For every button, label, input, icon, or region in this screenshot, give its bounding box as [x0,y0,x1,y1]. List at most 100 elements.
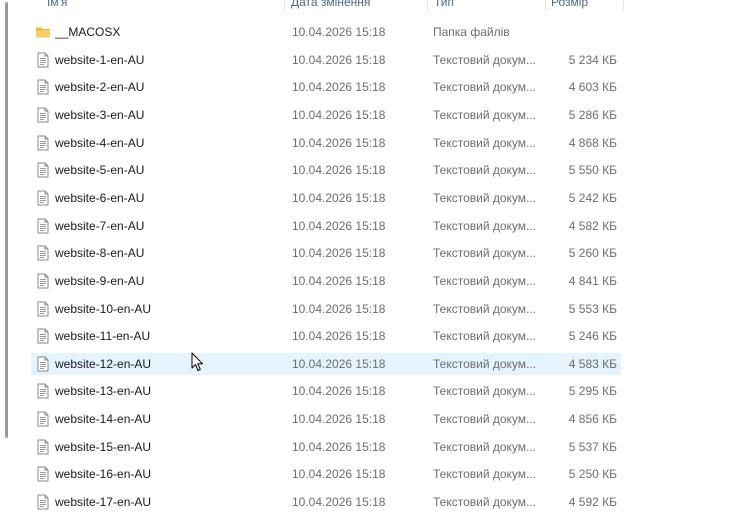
file-row[interactable]: website-16-en-AU 10.04.2026 15:18 Текстови… [31,463,621,485]
file-date: 10.04.2026 15:18 [292,163,386,177]
text-file-icon [37,162,49,178]
file-date: 10.04.2026 15:18 [292,467,386,481]
file-row[interactable]: website-6-en-AU 10.04.2026 15:18 Текстовий… [31,187,621,209]
file-name: website-16-en-AU [55,467,152,481]
column-divider[interactable] [545,0,546,11]
file-size: 5 537 КБ [568,440,617,454]
file-row[interactable]: website-8-en-AU 10.04.2026 15:18 Текстовий… [31,242,621,264]
file-type: Текстовий докум... [433,246,537,260]
file-name: website-4-en-AU [55,136,145,150]
file-size [531,21,617,43]
file-row[interactable]: website-2-en-AU 10.04.2026 15:18 Текстовий… [31,76,621,98]
text-file-icon [37,218,49,234]
file-type: Текстовий докум... [433,219,537,233]
file-row[interactable]: website-10-en-AU 10.04.2026 15:18 Текстови… [31,298,621,320]
column-header-bar: Ім'я Дата змінення Тип Розмір [0,0,734,11]
file-type: Текстовий докум... [433,384,537,398]
column-header-date[interactable]: Дата змінення [291,0,370,11]
column-header-name[interactable]: Ім'я [47,0,67,11]
file-row[interactable]: __MACOSX 10.04.2026 15:18 Папка файлів [31,21,621,43]
file-date: 10.04.2026 15:18 [292,495,386,509]
file-row[interactable]: website-3-en-AU 10.04.2026 15:18 Текстовий… [31,104,621,126]
file-type: Текстовий докум... [433,357,537,371]
file-name: __MACOSX [55,25,121,39]
text-file-icon [37,190,49,206]
file-row[interactable]: website-7-en-AU 10.04.2026 15:18 Текстовий… [31,215,621,237]
file-row[interactable]: website-5-en-AU 10.04.2026 15:18 Текстовий… [31,159,621,181]
text-file-icon [37,494,49,510]
file-row[interactable]: website-17-en-AU 10.04.2026 15:18 Текстови… [31,491,621,513]
file-type: Текстовий докум... [433,329,537,343]
navigation-pane-scrollbar[interactable] [5,2,8,438]
file-name: website-10-en-AU [55,302,152,316]
file-size: 5 242 КБ [568,191,617,205]
file-name: website-2-en-AU [55,80,145,94]
file-size: 5 553 КБ [568,302,617,316]
text-file-icon [37,466,49,482]
mouse-cursor-icon [191,352,203,371]
file-date: 10.04.2026 15:18 [292,384,386,398]
file-size: 4 868 КБ [568,136,617,150]
file-date: 10.04.2026 15:18 [292,136,386,150]
file-type: Текстовий докум... [433,274,537,288]
file-size: 5 260 КБ [568,246,617,260]
file-size: 4 856 КБ [568,412,617,426]
text-file-icon [37,328,49,344]
text-file-icon [37,107,49,123]
file-row[interactable]: website-12-en-AU 10.04.2026 15:18 Текстови… [31,353,621,375]
file-row[interactable]: website-14-en-AU 10.04.2026 15:18 Текстови… [31,408,621,430]
file-date: 10.04.2026 15:18 [292,302,386,316]
file-name: website-13-en-AU [55,384,152,398]
file-row[interactable]: website-9-en-AU 10.04.2026 15:18 Текстовий… [31,270,621,292]
file-row[interactable]: website-4-en-AU 10.04.2026 15:18 Текстовий… [31,132,621,154]
text-file-icon [37,439,49,455]
text-file-icon [37,383,49,399]
file-row[interactable]: website-13-en-AU 10.04.2026 15:18 Текстови… [31,380,621,402]
file-type: Текстовий докум... [433,191,537,205]
text-file-icon [37,356,49,372]
column-header-type[interactable]: Тип [434,0,454,11]
file-type: Папка файлів [433,25,510,39]
file-type: Текстовий докум... [433,108,537,122]
file-date: 10.04.2026 15:18 [292,246,386,260]
file-name: website-7-en-AU [55,219,145,233]
file-type: Текстовий докум... [433,80,537,94]
file-size: 4 603 КБ [568,80,617,94]
column-header-size[interactable]: Розмір [551,0,588,11]
file-date: 10.04.2026 15:18 [292,219,386,233]
file-type: Текстовий докум... [433,495,537,509]
column-divider[interactable] [427,0,428,11]
file-type: Текстовий докум... [433,136,537,150]
file-size: 5 234 КБ [568,53,617,67]
file-size: 5 295 КБ [568,384,617,398]
file-name: website-3-en-AU [55,108,145,122]
file-name: website-17-en-AU [55,495,152,509]
left-pane-edge [0,0,9,512]
column-divider[interactable] [623,0,624,11]
file-row[interactable]: website-15-en-AU 10.04.2026 15:18 Текстови… [31,436,621,458]
file-date: 10.04.2026 15:18 [292,25,386,39]
folder-icon [36,27,50,38]
file-date: 10.04.2026 15:18 [292,191,386,205]
file-name: website-15-en-AU [55,440,152,454]
file-size: 4 841 КБ [568,274,617,288]
file-date: 10.04.2026 15:18 [292,274,386,288]
file-name: website-11-en-AU [55,329,151,343]
file-date: 10.04.2026 15:18 [292,412,386,426]
file-name: website-5-en-AU [55,163,145,177]
file-row[interactable]: website-11-en-AU 10.04.2026 15:18 Текстови… [31,325,621,347]
file-type: Текстовий докум... [433,163,537,177]
file-type: Текстовий докум... [433,467,537,481]
file-size: 5 246 КБ [568,329,617,343]
column-divider[interactable] [284,0,285,11]
file-date: 10.04.2026 15:18 [292,53,386,67]
file-size: 5 286 КБ [568,108,617,122]
file-row[interactable]: website-1-en-AU 10.04.2026 15:18 Текстовий… [31,49,621,71]
file-name: website-12-en-AU [55,357,152,371]
file-size: 5 250 КБ [568,467,617,481]
file-size: 4 592 КБ [568,495,617,509]
file-date: 10.04.2026 15:18 [292,329,386,343]
file-size: 5 550 КБ [568,163,617,177]
text-file-icon [37,79,49,95]
file-type: Текстовий докум... [433,412,537,426]
